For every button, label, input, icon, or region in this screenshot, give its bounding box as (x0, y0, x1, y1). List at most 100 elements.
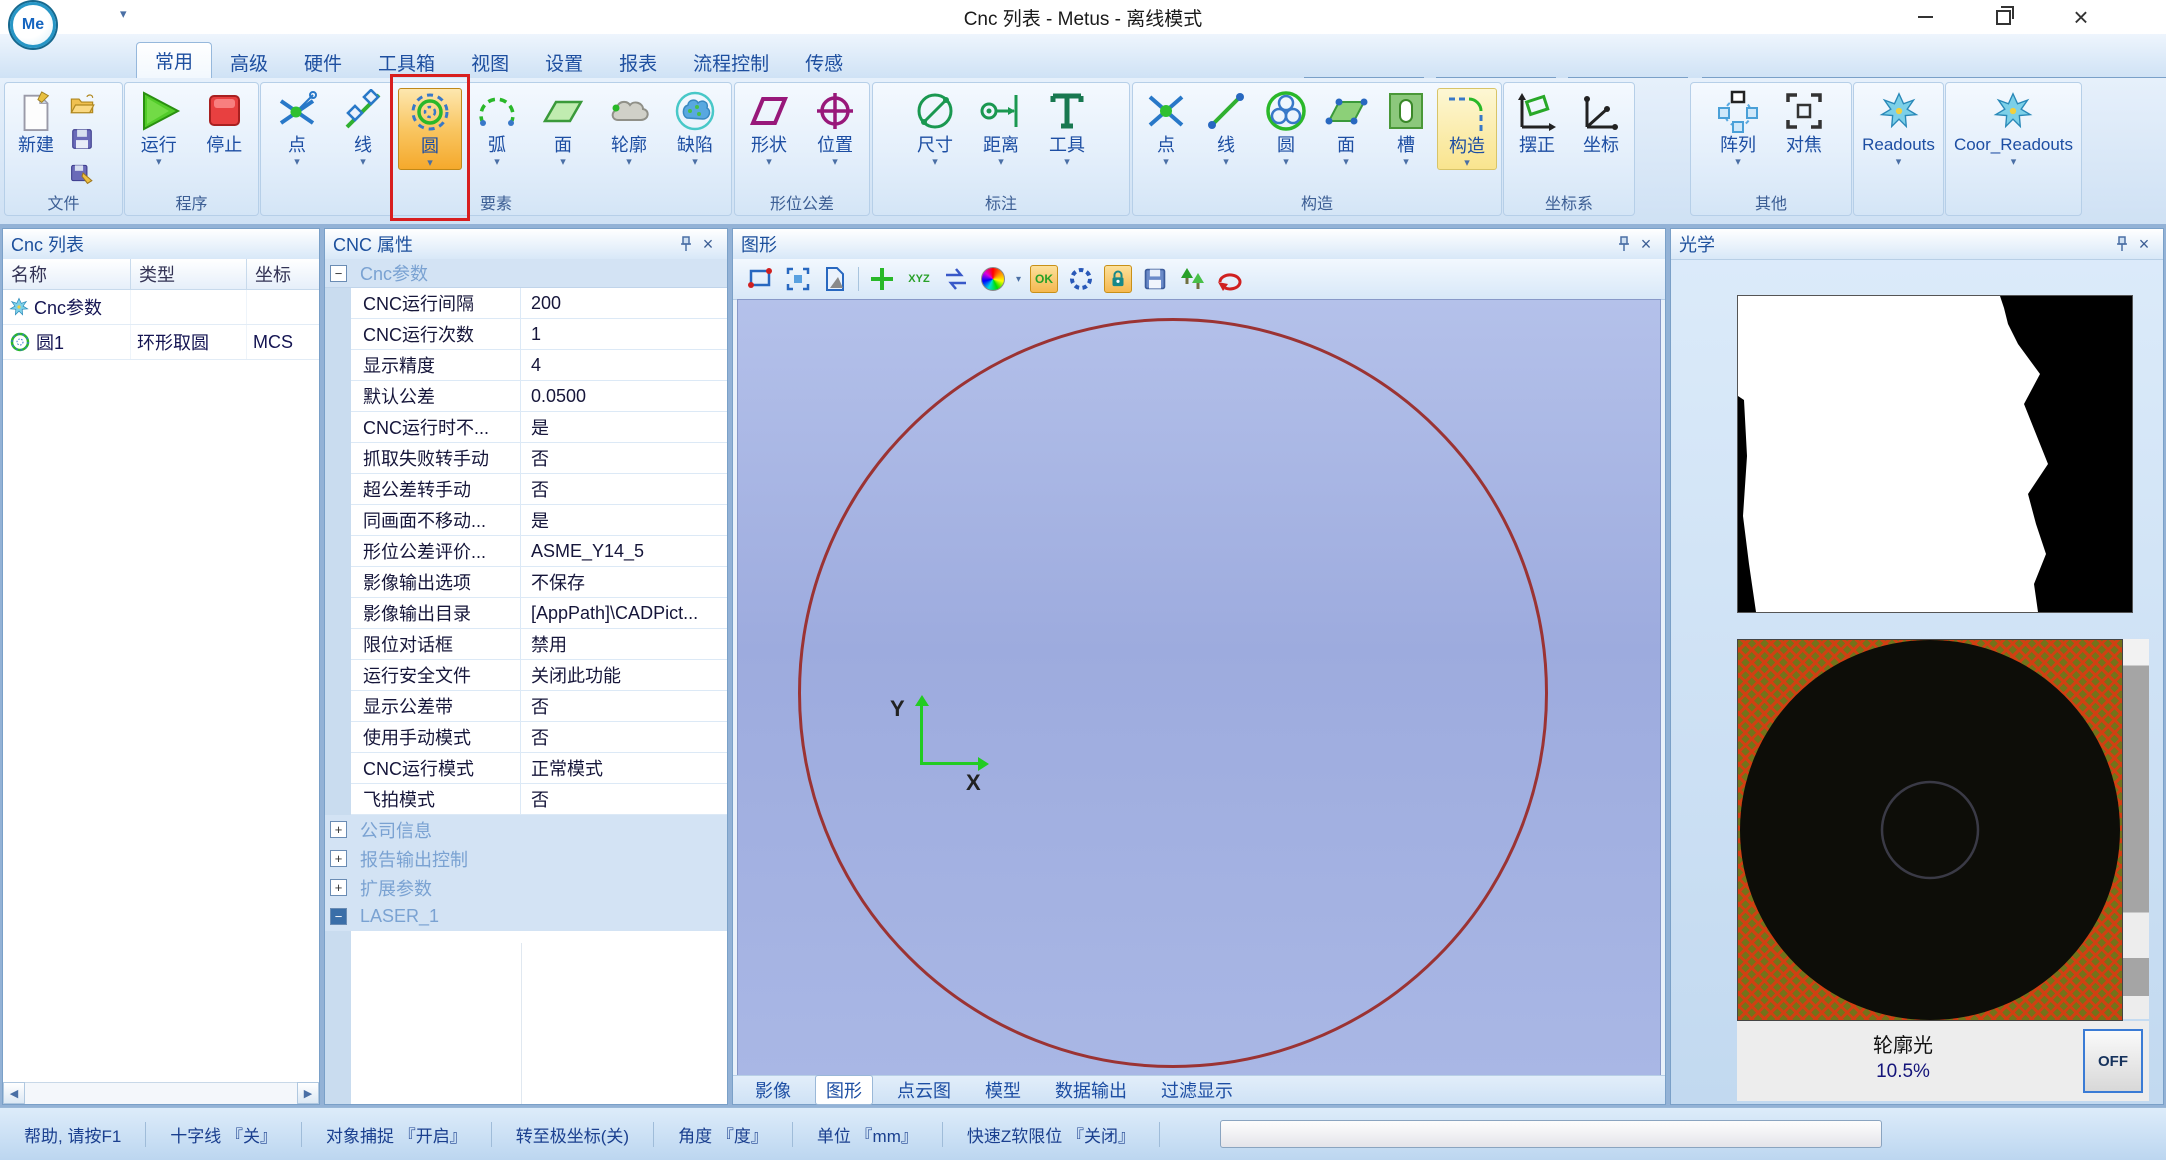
property-category-expanded[interactable]: Cnc参数 (325, 259, 727, 288)
scrollbar-track[interactable] (25, 1082, 297, 1104)
gdt-shape-button[interactable]: 形状 ▾ (738, 88, 800, 168)
light-intensity-slider[interactable] (2123, 639, 2149, 1019)
quick-access-dropdown-icon[interactable]: ▾ (120, 6, 127, 22)
close-icon[interactable]: × (2133, 234, 2155, 254)
minimize-button[interactable] (1910, 5, 1940, 29)
property-row[interactable]: 显示精度 4 (351, 350, 727, 381)
ribbon-tab[interactable]: 报表 (601, 46, 675, 78)
xyz-readout-icon[interactable]: XYZ (905, 265, 933, 293)
construct-point-button[interactable]: 点 ▾ (1137, 88, 1195, 170)
distance-button[interactable]: 距离 ▾ (970, 88, 1032, 168)
construct-construct-button[interactable]: 构造 ▾ (1437, 88, 1497, 170)
restore-button[interactable] (1988, 5, 2018, 29)
expand-icon[interactable] (330, 879, 347, 896)
view-tab[interactable]: 图形 (815, 1075, 873, 1105)
zoom-region-icon[interactable] (747, 265, 775, 293)
coor-readouts-button[interactable]: Coor_Readouts ▾ (1950, 88, 2077, 168)
stop-button[interactable]: 停止 (194, 88, 256, 168)
property-row[interactable]: 运行安全文件 关闭此功能 (351, 660, 727, 691)
status-item[interactable]: 十字线 『关』 (146, 1122, 302, 1147)
view-tab[interactable]: 数据输出 (1045, 1076, 1137, 1104)
swap-arrows-icon[interactable] (942, 265, 970, 293)
save-as-button[interactable] (67, 158, 97, 188)
scroll-right-icon[interactable]: ▶ (297, 1082, 319, 1104)
property-row[interactable]: CNC运行次数 1 (351, 319, 727, 350)
property-row[interactable]: 形位公差评价... ASME_Y14_5 (351, 536, 727, 567)
property-row[interactable]: 抓取失败转手动 否 (351, 443, 727, 474)
measure-contour-button[interactable]: 轮廓 ▾ (598, 88, 660, 170)
graphics-canvas[interactable]: Y X (737, 299, 1661, 1076)
open-button[interactable] (67, 90, 97, 120)
property-row[interactable]: CNC运行模式 正常模式 (351, 753, 727, 784)
page-view-icon[interactable] (821, 265, 849, 293)
view-tab[interactable]: 过滤显示 (1151, 1076, 1243, 1104)
color-wheel-icon[interactable] (979, 265, 1007, 293)
ribbon-tab[interactable]: 高级 (212, 46, 286, 78)
status-item[interactable]: 角度 『度』 (654, 1122, 793, 1147)
scroll-left-icon[interactable]: ◀ (3, 1082, 25, 1104)
view-tab[interactable]: 模型 (975, 1076, 1031, 1104)
light-off-button[interactable]: OFF (2083, 1029, 2143, 1093)
property-row[interactable]: 同画面不移动... 是 (351, 505, 727, 536)
measure-point-button[interactable]: 点 ▾ (266, 88, 328, 170)
status-item[interactable]: 帮助, 请按F1 (0, 1122, 146, 1147)
app-logo[interactable]: Me (10, 2, 56, 48)
view-tab[interactable]: 影像 (745, 1076, 801, 1104)
property-row[interactable]: 使用手动模式 否 (351, 722, 727, 753)
construct-plane-button[interactable]: 面 ▾ (1317, 88, 1375, 170)
status-item[interactable]: 对象捕捉 『开启』 (302, 1122, 492, 1147)
zoom-fit-icon[interactable] (784, 265, 812, 293)
redo-rotate-icon[interactable] (1215, 265, 1243, 293)
save-view-icon[interactable] (1141, 265, 1169, 293)
pin-icon[interactable] (2111, 234, 2133, 254)
readouts-button[interactable]: Readouts ▾ (1858, 88, 1939, 168)
gdt-position-button[interactable]: 位置 ▾ (804, 88, 866, 168)
property-row[interactable]: 影像输出选项 不保存 (351, 567, 727, 598)
property-row[interactable]: CNC运行时不... 是 (351, 412, 727, 443)
horizontal-scrollbar[interactable]: ◀ ▶ (3, 1082, 319, 1104)
expand-icon[interactable] (330, 821, 347, 838)
text-tool-button[interactable]: 工具 ▾ (1036, 88, 1098, 168)
property-category-collapsed[interactable]: 报告输出控制 (325, 844, 727, 873)
pin-icon[interactable] (1613, 234, 1635, 254)
property-category-collapsed[interactable]: LASER_1 (325, 902, 727, 931)
ribbon-tab[interactable]: 流程控制 (675, 46, 787, 78)
close-icon[interactable]: × (1635, 234, 1657, 254)
column-header-name[interactable]: 名称 (3, 259, 131, 289)
array-button[interactable]: 阵列 ▾ (1707, 88, 1769, 168)
property-row[interactable]: CNC运行间隔 200 (351, 288, 727, 319)
ribbon-tab[interactable]: 常用 (136, 42, 212, 78)
property-row[interactable]: 显示公差带 否 (351, 691, 727, 722)
expand-icon[interactable] (330, 850, 347, 867)
run-button[interactable]: 运行 ▾ (128, 88, 190, 168)
lock-icon[interactable] (1104, 265, 1132, 293)
ribbon-tab[interactable]: 硬件 (286, 46, 360, 78)
construct-line-button[interactable]: 线 ▾ (1197, 88, 1255, 170)
expand-icon[interactable] (330, 908, 347, 925)
construct-slot-button[interactable]: 槽 ▾ (1377, 88, 1435, 170)
table-row[interactable]: Cnc参数 (3, 290, 319, 325)
gear-ring-icon[interactable] (1067, 265, 1095, 293)
column-header-type[interactable]: 类型 (131, 259, 247, 289)
ribbon-tab[interactable]: 设置 (527, 46, 601, 78)
property-category-collapsed[interactable]: 扩展参数 (325, 873, 727, 902)
property-row[interactable]: 限位对话框 禁用 (351, 629, 727, 660)
new-button[interactable]: 新建 (5, 88, 67, 188)
status-item[interactable]: 转至极坐标(关) (492, 1122, 654, 1147)
status-item[interactable]: 快速Z软限位 『关闭』 (943, 1122, 1160, 1147)
construct-circle-button[interactable]: 圆 ▾ (1257, 88, 1315, 170)
save-button[interactable] (67, 124, 97, 154)
pin-icon[interactable] (675, 234, 697, 254)
property-row[interactable]: 飞拍模式 否 (351, 784, 727, 815)
measure-line-button[interactable]: 线 ▾ (332, 88, 394, 170)
property-row[interactable]: 默认公差 0.0500 (351, 381, 727, 412)
align-button[interactable]: 摆正 (1507, 88, 1567, 156)
chevron-down-icon[interactable]: ▾ (1016, 274, 1021, 285)
property-row[interactable]: 影像输出目录 [AppPath]\CADPict... (351, 598, 727, 629)
close-icon[interactable]: × (697, 234, 719, 254)
measure-arc-button[interactable]: 弧 ▾ (466, 88, 528, 170)
column-header-coord[interactable]: 坐标 (247, 259, 319, 289)
measure-defect-button[interactable]: 缺陷 ▾ (664, 88, 726, 170)
status-item[interactable]: 单位 『mm』 (793, 1122, 943, 1147)
add-point-icon[interactable] (868, 265, 896, 293)
